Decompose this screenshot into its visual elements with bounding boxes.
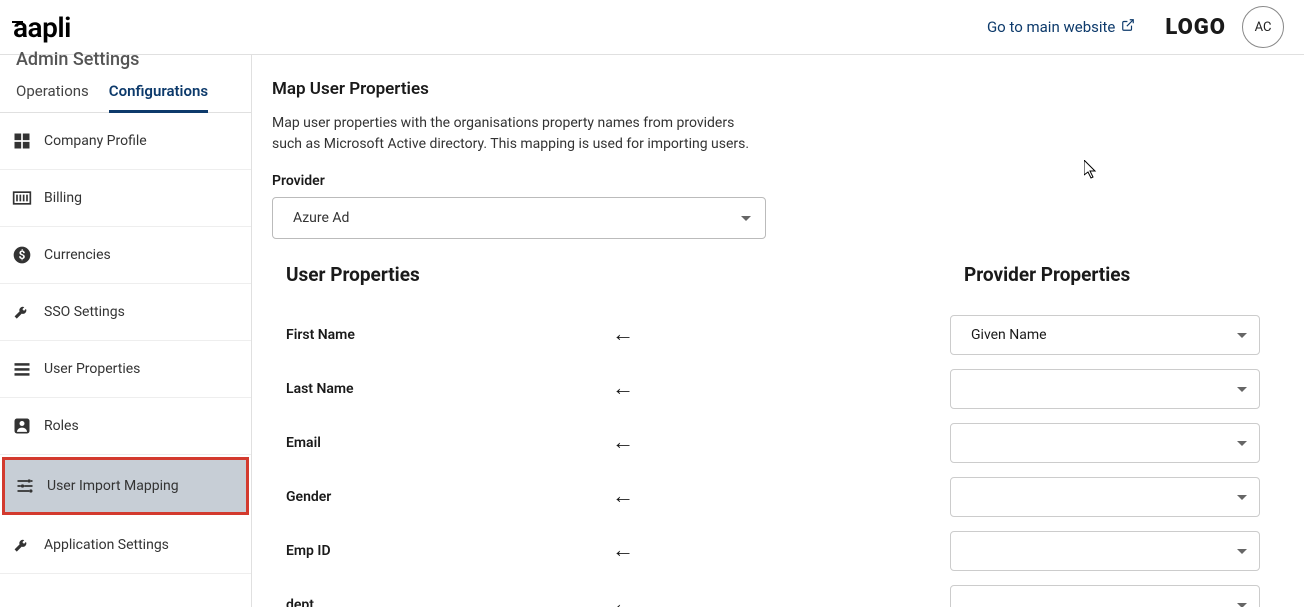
wrench-icon	[12, 535, 32, 555]
user-prop-label: First Name	[272, 327, 355, 343]
arrow-left-icon: ←	[612, 486, 634, 508]
main-website-link[interactable]: Go to main website	[987, 18, 1135, 36]
provider-prop-select[interactable]	[950, 585, 1260, 607]
chevron-down-icon	[1237, 387, 1247, 392]
chevron-down-icon	[741, 216, 751, 221]
sidebar-item-label: Billing	[44, 190, 82, 206]
wrench-icon	[12, 302, 32, 322]
provider-prop-select[interactable]: Given Name	[950, 315, 1260, 355]
chevron-down-icon	[1237, 603, 1247, 607]
page-title: Map User Properties	[272, 79, 1284, 99]
page-description: Map user properties with the organisatio…	[272, 113, 762, 155]
brand-logo: aapli	[12, 11, 71, 44]
arrow-left-icon: ←	[612, 540, 634, 562]
user-prop-label: Last Name	[272, 381, 354, 397]
provider-properties-header: Provider Properties	[950, 263, 1262, 286]
sidebar-item-user-properties[interactable]: User Properties	[0, 341, 251, 398]
barcode-icon	[12, 188, 32, 208]
list-icon	[12, 359, 32, 379]
sidebar-item-roles[interactable]: Roles	[0, 398, 251, 455]
dollar-icon: $	[12, 245, 32, 265]
provider-label: Provider	[272, 173, 1284, 189]
chevron-down-icon	[1237, 495, 1247, 500]
sidebar-item-label: User Properties	[44, 361, 140, 377]
sidebar-item-application-settings[interactable]: Application Settings	[0, 517, 251, 574]
arrow-left-icon: ←	[612, 594, 634, 607]
provider-prop-select[interactable]	[950, 423, 1260, 463]
provider-prop-select[interactable]	[950, 369, 1260, 409]
provider-prop-select[interactable]	[950, 477, 1260, 517]
tab-operations[interactable]: Operations	[16, 82, 89, 112]
tab-configurations[interactable]: Configurations	[109, 82, 208, 113]
arrow-left-icon: ←	[612, 324, 634, 346]
sidebar-item-label: SSO Settings	[44, 304, 125, 320]
sidebar-item-label: Application Settings	[44, 537, 169, 553]
sidebar-item-currencies[interactable]: $ Currencies	[0, 227, 251, 284]
section-title: Admin Settings	[0, 49, 251, 70]
sidebar-item-company-profile[interactable]: Company Profile	[0, 113, 251, 170]
user-prop-label: Email	[272, 435, 321, 451]
person-icon	[12, 416, 32, 436]
avatar[interactable]: AC	[1242, 6, 1284, 48]
chevron-down-icon	[1237, 549, 1247, 554]
provider-select[interactable]: Azure Ad	[272, 197, 766, 239]
chevron-down-icon	[1237, 441, 1247, 446]
sidebar-item-user-import-mapping[interactable]: User Import Mapping	[2, 457, 249, 515]
user-prop-label: Gender	[272, 489, 331, 505]
sidebar-item-label: Company Profile	[44, 133, 147, 149]
user-properties-header: User Properties	[272, 263, 612, 286]
arrow-left-icon: ←	[612, 378, 634, 400]
sidebar-item-label: User Import Mapping	[47, 478, 179, 494]
svg-text:$: $	[19, 248, 26, 262]
arrow-left-icon: ←	[612, 432, 634, 454]
org-logo: LOGO	[1165, 15, 1226, 40]
sidebar-item-label: Roles	[44, 418, 79, 434]
user-prop-label: dept	[272, 597, 314, 607]
grid-icon	[12, 131, 32, 151]
external-link-icon	[1121, 18, 1135, 36]
sidebar-item-label: Currencies	[44, 247, 111, 263]
sidebar-item-sso-settings[interactable]: SSO Settings	[0, 284, 251, 341]
sliders-icon	[15, 476, 35, 496]
user-prop-label: Emp ID	[272, 543, 331, 559]
sidebar-item-billing[interactable]: Billing	[0, 170, 251, 227]
chevron-down-icon	[1237, 333, 1247, 338]
provider-prop-select[interactable]	[950, 531, 1260, 571]
